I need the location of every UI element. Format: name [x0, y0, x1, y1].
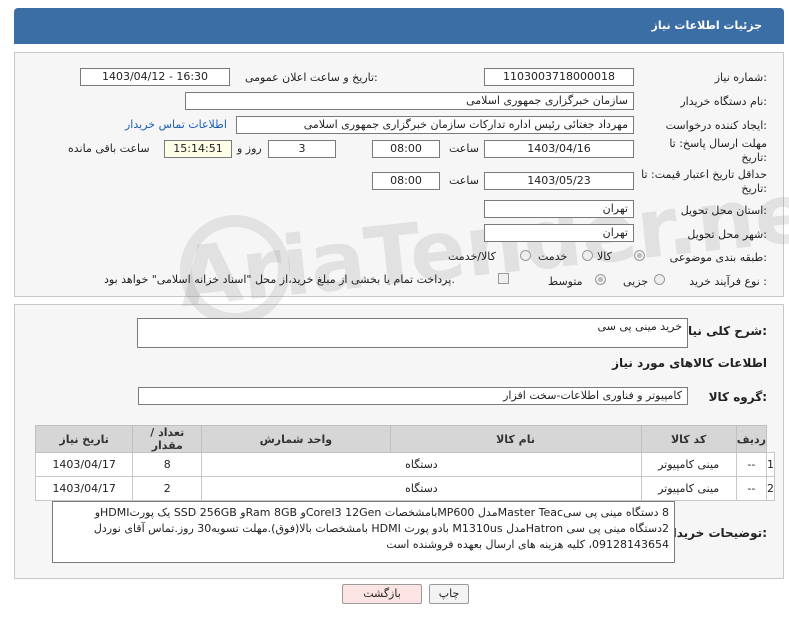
price-validity-label: حداقل تاریخ اعتبار قیمت: تا تاریخ: — [641, 168, 767, 195]
table-row[interactable]: 1403/04/17 2 دستگاه مینی کامپیوتر -- 2 — [34, 476, 775, 501]
process-medium-radio[interactable] — [595, 274, 606, 285]
table-header-row: تاریخ نیاز تعداد / مقدار واحد شمارش نام … — [34, 425, 775, 453]
days-field: 3 — [268, 140, 336, 158]
col-row: ردیف — [735, 425, 768, 453]
process-minor-label: جزیی — [623, 275, 649, 288]
cell-unit: دستگاه — [201, 476, 642, 501]
city-label: شهر محل تحویل: — [687, 228, 767, 241]
goods-group-field: کامپیوتر و فناوری اطلاعات-سخت افزار — [138, 387, 688, 405]
buyer-notes-line: 2دستگاه مینی پی سی Hatronمدل M1310us باد… — [93, 522, 669, 535]
page-header: جزئیات اطلاعات نیاز — [14, 8, 784, 44]
price-date-field: 1403/05/23 — [484, 172, 634, 190]
city-field: تهران — [484, 224, 634, 242]
need-number-label: شماره نیاز: — [714, 71, 767, 84]
buyer-notes-line: 8 دستگاه مینی پی سیMaster Teacمدل MP600ب… — [94, 506, 669, 519]
summary-field: خرید مینی پی سی — [137, 318, 688, 348]
goods-info-title: اطلاعات کالاهای مورد نیاز — [612, 356, 767, 370]
buyer-org-label: نام دستگاه خریدار: — [680, 95, 767, 108]
buyer-notes-label: توضیحات خریدار: — [665, 526, 767, 540]
cell-item-name: مینی کامپیوتر — [640, 452, 737, 477]
category-goods-label: کالا — [597, 250, 612, 263]
category-service-radio[interactable] — [582, 250, 593, 261]
reply-time-label: ساعت — [449, 142, 479, 155]
days-label: روز و — [237, 142, 262, 155]
province-field: تهران — [484, 200, 634, 218]
back-button[interactable]: بازگشت — [342, 584, 422, 604]
payment-note: پرداخت تمام یا بخشی از مبلغ خرید،از محل … — [104, 273, 455, 286]
buyer-contact-link[interactable]: اطلاعات تماس خریدار — [125, 118, 227, 131]
category-both-label: کالا/خدمت — [448, 250, 496, 263]
remaining-time-field: 15:14:51 — [164, 140, 232, 158]
category-both-radio[interactable] — [520, 250, 531, 261]
reply-date-field: 1403/04/16 — [484, 140, 634, 158]
price-time-field: 08:00 — [372, 172, 440, 190]
table-row[interactable]: 1403/04/17 8 دستگاه مینی کامپیوتر -- 1 — [34, 452, 775, 477]
cell-quantity: 8 — [132, 452, 203, 477]
category-goods-radio[interactable] — [634, 250, 645, 261]
category-service-label: خدمت — [538, 250, 568, 263]
cell-quantity: 2 — [132, 476, 203, 501]
process-medium-label: متوسط — [548, 275, 583, 288]
buyer-notes-line: 09128143654، کلیه هزینه های ارسال بعهده … — [386, 538, 669, 551]
creator-field: مهرداد جغتائی رئیس اداره تدارکات سازمان … — [236, 116, 634, 134]
creator-label: ایجاد کننده درخواست: — [665, 119, 767, 132]
col-item-name: نام کالا — [389, 425, 642, 453]
price-time-label: ساعت — [449, 174, 479, 187]
reply-time-field: 08:00 — [372, 140, 440, 158]
col-need-date: تاریخ نیاز — [34, 425, 134, 453]
need-number-field: 1103003718000018 — [484, 68, 634, 86]
col-quantity: تعداد / مقدار — [132, 425, 203, 453]
process-label: نوع فرآیند خرید : — [689, 275, 767, 288]
province-label: استان محل تحویل: — [680, 204, 767, 217]
buyer-org-field: سازمان خبرگزاری جمهوری اسلامی — [185, 92, 634, 110]
cell-unit: دستگاه — [201, 452, 642, 477]
buyer-notes-field: 8 دستگاه مینی پی سیMaster Teacمدل MP600ب… — [52, 501, 675, 563]
goods-table: تاریخ نیاز تعداد / مقدار واحد شمارش نام … — [34, 425, 775, 501]
summary-label: شرح کلی نیاز: — [681, 324, 767, 338]
treasury-payment-checkbox[interactable] — [498, 273, 509, 284]
cell-item-name: مینی کامپیوتر — [640, 476, 737, 501]
page-title: جزئیات اطلاعات نیاز — [651, 19, 763, 32]
col-unit-measure: واحد شمارش — [201, 425, 391, 453]
reply-deadline-label: مهلت ارسال پاسخ: تا تاریخ: — [669, 137, 767, 164]
cell-item-code: -- — [735, 476, 768, 501]
process-minor-radio[interactable] — [654, 274, 665, 285]
watermark-logo-icon — [180, 215, 290, 325]
print-button[interactable]: چاپ — [429, 584, 469, 604]
remaining-label: ساعت باقی مانده — [68, 142, 150, 155]
category-label: طبقه بندی موضوعی: — [669, 251, 767, 264]
cell-need-date: 1403/04/17 — [34, 452, 134, 477]
cell-row: 2 — [766, 476, 775, 501]
goods-group-label: گروه کالا: — [708, 390, 767, 404]
announce-field: 1403/04/12 - 16:30 — [80, 68, 230, 86]
col-item-code: کد کالا — [640, 425, 737, 453]
cell-item-code: -- — [735, 452, 768, 477]
cell-need-date: 1403/04/17 — [34, 476, 134, 501]
cell-row: 1 — [766, 452, 775, 477]
announce-label: تاریخ و ساعت اعلان عمومی: — [245, 71, 378, 84]
